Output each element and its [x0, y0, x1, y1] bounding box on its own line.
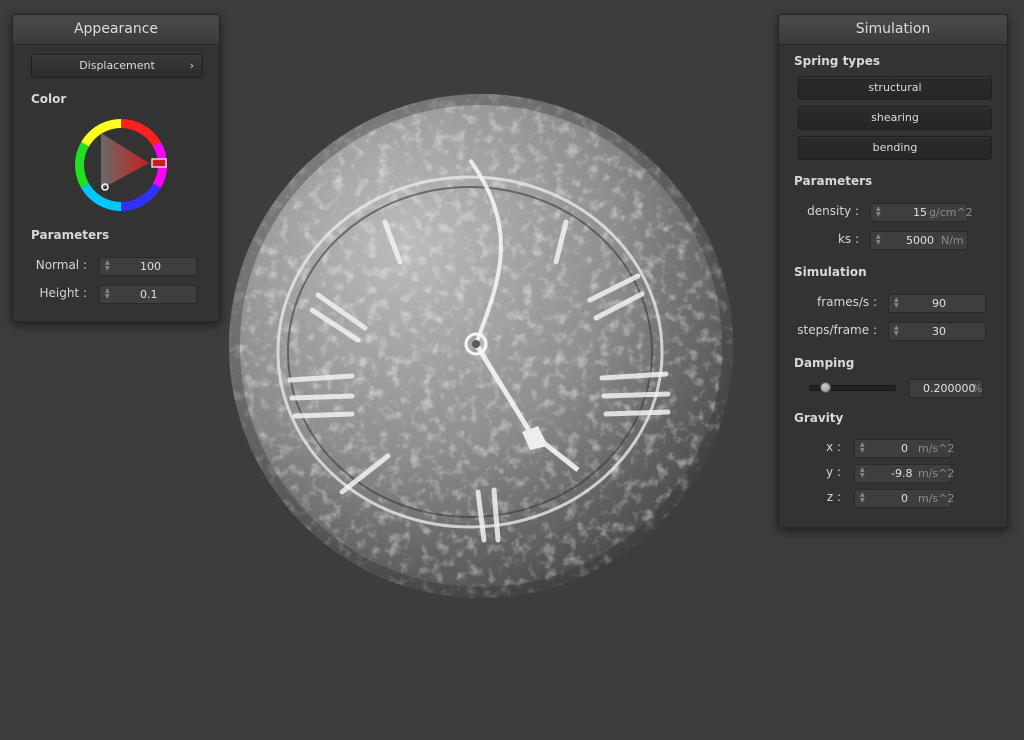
gravity-z-value: 0	[901, 492, 908, 505]
simulation-panel: Simulation Spring types structural shear…	[778, 14, 1008, 528]
normal-label: Normal :	[35, 258, 87, 272]
spinner-icon[interactable]: ▲ ▼	[860, 492, 866, 504]
damping-input[interactable]: 0.200000 %	[909, 379, 983, 398]
steps-per-frame-label: steps/frame :	[797, 323, 877, 337]
steps-per-frame-input[interactable]: ▲ ▼ 30	[888, 322, 986, 341]
height-input[interactable]: ▲ ▼ 0.1	[99, 285, 197, 304]
density-label: density :	[807, 204, 859, 218]
damping-value: 0.200000	[923, 382, 976, 395]
chevron-right-icon: ›	[189, 59, 194, 72]
gravity-y-value: -9.8	[891, 467, 913, 480]
shader-dropdown[interactable]: Displacement ›	[31, 54, 203, 78]
hue-selector-handle[interactable]	[151, 158, 167, 168]
fps-value: 90	[932, 297, 946, 310]
frames-per-second-input[interactable]: ▲ ▼ 90	[888, 294, 986, 313]
gravity-x-input[interactable]: ▲ ▼ 0 m/s^2	[854, 439, 955, 458]
ks-input[interactable]: ▲ ▼ 5000 N/m	[870, 231, 968, 250]
spinner-icon[interactable]: ▲ ▼	[860, 442, 866, 454]
spinner-icon[interactable]: ▲ ▼	[876, 234, 882, 246]
simulation-section-label: Simulation	[794, 265, 867, 279]
density-value: 15	[913, 206, 927, 219]
density-input[interactable]: ▲ ▼ 15 g/cm^2	[870, 203, 973, 222]
spinner-icon[interactable]: ▲ ▼	[894, 297, 900, 309]
density-unit: g/cm^2	[929, 206, 973, 219]
gravity-x-value: 0	[901, 442, 908, 455]
gravity-z-input[interactable]: ▲ ▼ 0 m/s^2	[854, 489, 955, 508]
appearance-parameters-label: Parameters	[31, 228, 110, 242]
simulation-panel-title: Simulation	[779, 15, 1007, 45]
gravity-x-label: x :	[826, 440, 841, 454]
spinner-icon[interactable]: ▲ ▼	[105, 288, 111, 300]
gravity-y-input[interactable]: ▲ ▼ -9.8 m/s^2	[854, 464, 955, 483]
gravity-z-label: z :	[826, 490, 841, 504]
steps-value: 30	[932, 325, 946, 338]
shader-dropdown-label: Displacement	[79, 59, 155, 72]
shearing-toggle-button[interactable]: shearing	[798, 106, 992, 130]
gravity-label: Gravity	[794, 411, 844, 425]
gravity-y-unit: m/s^2	[918, 467, 955, 480]
normal-value: 100	[140, 260, 161, 273]
spring-types-label: Spring types	[794, 54, 881, 68]
frames-per-second-label: frames/s :	[817, 295, 877, 309]
structural-toggle-button[interactable]: structural	[798, 76, 992, 100]
gravity-y-label: y :	[826, 465, 841, 479]
gravity-x-unit: m/s^2	[918, 442, 955, 455]
normal-input[interactable]: ▲ ▼ 100	[99, 257, 197, 276]
ks-value: 5000	[906, 234, 934, 247]
appearance-panel-title: Appearance	[13, 15, 219, 45]
gravity-z-unit: m/s^2	[918, 492, 955, 505]
color-wheel-picker[interactable]	[73, 117, 169, 213]
simulation-parameters-label: Parameters	[794, 174, 873, 188]
height-label: Height :	[39, 286, 87, 300]
damping-slider-knob[interactable]	[820, 382, 831, 393]
ks-label: ks :	[837, 232, 859, 246]
spinner-icon[interactable]: ▲ ▼	[105, 260, 111, 272]
spinner-icon[interactable]: ▲ ▼	[860, 467, 866, 479]
bending-toggle-button[interactable]: bending	[798, 136, 992, 160]
color-section-label: Color	[31, 92, 67, 106]
height-value: 0.1	[140, 288, 158, 301]
damping-unit: %	[972, 382, 983, 395]
spinner-icon[interactable]: ▲ ▼	[876, 206, 882, 218]
appearance-panel: Appearance Displacement › Color Paramete…	[12, 14, 220, 322]
damping-label: Damping	[794, 356, 855, 370]
ks-unit: N/m	[941, 234, 964, 247]
spinner-icon[interactable]: ▲ ▼	[894, 325, 900, 337]
